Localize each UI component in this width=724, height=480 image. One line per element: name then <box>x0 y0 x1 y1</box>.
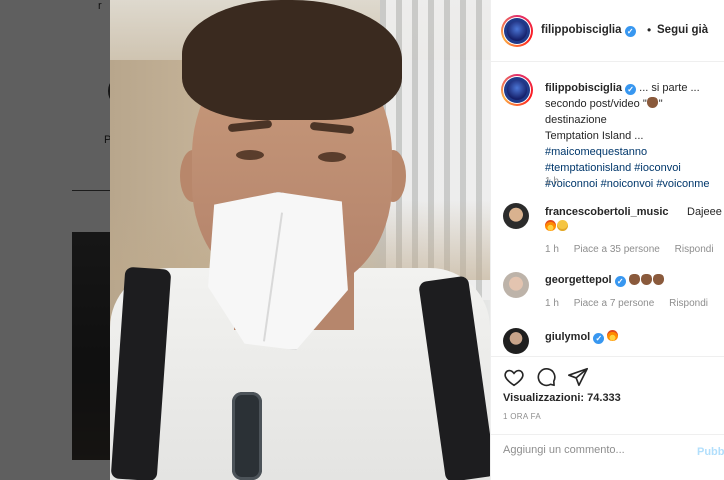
caption-text: Temptation Island ... <box>545 130 644 142</box>
video-hair <box>182 0 402 120</box>
video-sunglasses <box>232 392 262 480</box>
comment-emojis <box>545 220 569 233</box>
separator-dot: • <box>647 23 652 37</box>
comment-meta: 1 h Piace a 35 persone Rispondi <box>545 244 724 255</box>
post-side-panel: filippobisciglia ✓ • Segui già filippobi… <box>490 0 724 480</box>
reply-button[interactable]: Rispondi <box>669 298 708 309</box>
view-count[interactable]: Visualizzazioni: 74.333 <box>503 392 621 404</box>
comment-text: Dajeee <box>687 206 722 218</box>
caption-timestamp[interactable]: 1 h <box>545 176 559 187</box>
post-modal: filippobisciglia ✓ • Segui già filippobi… <box>110 0 724 480</box>
hashtag-link[interactable]: #maicomequestanno <box>545 146 647 158</box>
video-eye <box>236 150 264 160</box>
caption-text: ... si parte ... <box>639 82 700 94</box>
fire-emoji-icon <box>607 330 619 341</box>
verified-icon: ✓ <box>625 84 637 95</box>
commenter-avatar[interactable] <box>503 203 529 229</box>
verified-icon: ✓ <box>614 276 626 287</box>
comment-username-text[interactable]: georgettepol <box>545 274 612 286</box>
following-button[interactable]: Segui già <box>657 24 708 36</box>
comment-username[interactable]: giulymol ✓ <box>545 330 619 344</box>
comment-username-text[interactable]: giulymol <box>545 331 590 343</box>
video-eye <box>318 152 346 162</box>
pointing-hand-emoji-icon <box>646 97 658 108</box>
fire-emoji-icon <box>545 220 556 231</box>
clapping-hands-emoji-icon <box>641 274 652 285</box>
hashtag-link[interactable]: #voiconme <box>656 178 709 190</box>
author-username-text[interactable]: filippobisciglia <box>541 24 622 36</box>
comment-likes[interactable]: Piace a 7 persone <box>574 298 655 309</box>
avatar[interactable] <box>504 18 530 44</box>
clapping-hands-emoji-icon <box>629 274 640 285</box>
reply-button[interactable]: Rispondi <box>675 244 714 255</box>
clapping-hands-emoji-icon <box>653 274 664 285</box>
divider <box>491 356 724 357</box>
post-timestamp: 1 ORA FA <box>503 412 541 421</box>
caption-username[interactable]: filippobisciglia <box>545 82 622 94</box>
hashtag-link[interactable]: #noiconvoi <box>601 178 654 190</box>
avatar[interactable] <box>504 77 530 103</box>
author-username[interactable]: filippobisciglia ✓ <box>541 24 636 37</box>
caption-text: secondo post/video " <box>545 98 647 110</box>
comment-input[interactable] <box>503 444 683 456</box>
publish-button[interactable]: Pubb <box>697 446 724 458</box>
verified-icon: ✓ <box>593 333 605 344</box>
post-header: filippobisciglia ✓ • Segui già <box>491 0 724 62</box>
hashtag-link[interactable]: #temptationisland <box>545 162 631 174</box>
commenter-avatar[interactable] <box>503 328 529 354</box>
comment-meta: 1 h Piace a 7 persone Rispondi <box>545 298 720 309</box>
laughing-emoji-icon <box>557 220 568 231</box>
post-video[interactable] <box>110 0 490 480</box>
verified-icon: ✓ <box>624 26 636 37</box>
commenter-avatar[interactable] <box>503 272 529 298</box>
comment-likes[interactable]: Piace a 35 persone <box>574 244 660 255</box>
share-icon[interactable] <box>567 366 589 388</box>
comment-timestamp[interactable]: 1 h <box>545 298 559 309</box>
comment-timestamp[interactable]: 1 h <box>545 244 559 255</box>
comment-emojis <box>629 274 665 287</box>
comment-bar <box>491 434 724 480</box>
heart-icon[interactable] <box>503 366 525 388</box>
post-caption: filippobisciglia ✓ ... si parte ... seco… <box>545 80 724 192</box>
hashtag-link[interactable]: #ioconvoi <box>634 162 680 174</box>
comment-icon[interactable] <box>535 366 557 388</box>
comment-username[interactable]: georgettepol ✓ <box>545 274 626 287</box>
comment-username[interactable]: francescobertoli_music <box>545 206 669 218</box>
